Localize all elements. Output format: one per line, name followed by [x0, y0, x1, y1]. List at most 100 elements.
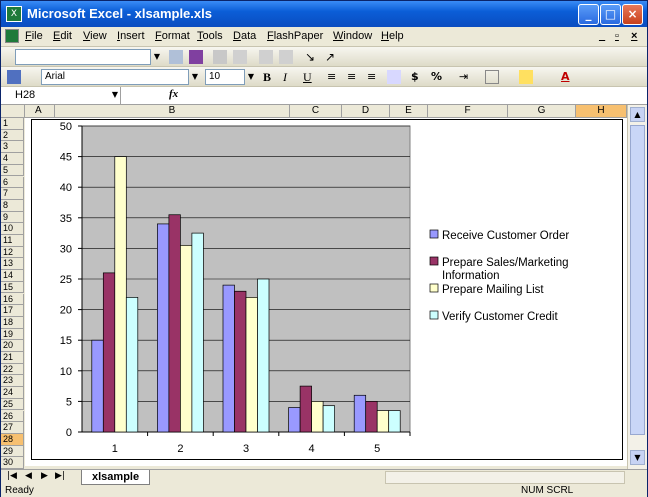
name-box[interactable]: H28: [1, 87, 121, 104]
menu-help[interactable]: Help: [381, 30, 404, 42]
font-size-dropdown-icon[interactable]: ▼: [245, 69, 257, 85]
align-center-icon[interactable]: ≡: [347, 70, 361, 84]
row-header-24[interactable]: 24: [1, 387, 24, 399]
menu-file[interactable]: File: [25, 30, 43, 42]
doc-restore-icon[interactable]: ▫: [615, 30, 619, 42]
column-header-g[interactable]: G: [508, 105, 576, 118]
column-header-c[interactable]: C: [290, 105, 342, 118]
column-header-b[interactable]: B: [55, 105, 290, 118]
doc-minimize-icon[interactable]: _: [599, 30, 605, 42]
data-table-icon[interactable]: [233, 50, 247, 64]
percent-icon[interactable]: %: [431, 70, 445, 84]
row-header-12[interactable]: 12: [1, 246, 24, 259]
menu-data[interactable]: Data: [233, 30, 256, 42]
doc-close-icon[interactable]: ×: [631, 30, 637, 42]
sheet-tab-xlsample[interactable]: xlsample: [81, 470, 151, 485]
row-header-15[interactable]: 15: [1, 281, 24, 294]
menu-insert[interactable]: Insert: [117, 30, 145, 42]
row-header-1[interactable]: 1: [1, 118, 24, 130]
menu-tools[interactable]: Tools: [197, 30, 223, 42]
row-header-25[interactable]: 25: [1, 398, 24, 411]
chart-type-icon[interactable]: [189, 50, 203, 64]
legend-icon[interactable]: [213, 50, 227, 64]
row-header-10[interactable]: 10: [1, 223, 24, 235]
by-row-icon[interactable]: [259, 50, 273, 64]
font-color-icon[interactable]: A: [561, 70, 575, 84]
row-header-29[interactable]: 29: [1, 445, 24, 458]
column-header-d[interactable]: D: [342, 105, 390, 118]
menu-flashpaper[interactable]: FlashPaper: [267, 30, 323, 42]
row-header-14[interactable]: 14: [1, 270, 24, 282]
last-sheet-icon[interactable]: ▶|: [55, 471, 65, 481]
next-sheet-icon[interactable]: ▶: [41, 471, 48, 481]
toolbar-combo[interactable]: [15, 49, 151, 65]
menu-edit[interactable]: Edit: [53, 30, 72, 42]
save-icon[interactable]: [7, 70, 21, 84]
borders-icon[interactable]: [485, 70, 499, 84]
title-bar[interactable]: X Microsoft Excel - xlsample.xls _ □ ×: [1, 1, 647, 27]
row-header-18[interactable]: 18: [1, 316, 24, 329]
menu-view[interactable]: View: [83, 30, 107, 42]
chart-wizard-icon[interactable]: [169, 50, 183, 64]
angle-text-up-icon[interactable]: ↗: [325, 50, 339, 64]
row-header-30[interactable]: 30: [1, 457, 24, 469]
minimize-button[interactable]: _: [578, 4, 599, 25]
row-header-7[interactable]: 7: [1, 188, 24, 200]
column-header-h[interactable]: H: [576, 105, 627, 118]
row-header-17[interactable]: 17: [1, 305, 24, 317]
name-box-dropdown-icon[interactable]: ▼: [109, 87, 121, 103]
row-header-26[interactable]: 26: [1, 410, 24, 423]
row-header-22[interactable]: 22: [1, 363, 24, 376]
angle-text-down-icon[interactable]: ↘: [305, 50, 319, 64]
row-header-13[interactable]: 13: [1, 258, 24, 271]
menu-window[interactable]: Window: [333, 30, 372, 42]
row-header-21[interactable]: 21: [1, 352, 24, 364]
maximize-button[interactable]: □: [600, 4, 621, 25]
row-header-28[interactable]: 28: [1, 433, 24, 446]
row-header-2[interactable]: 2: [1, 129, 24, 142]
align-right-icon[interactable]: ≡: [367, 70, 381, 84]
row-header-19[interactable]: 19: [1, 328, 24, 341]
merge-center-icon[interactable]: [387, 70, 401, 84]
horizontal-scrollbar[interactable]: [385, 471, 625, 484]
align-left-icon[interactable]: ≡: [327, 70, 341, 84]
increase-indent-icon[interactable]: ⇥: [459, 70, 473, 84]
bold-icon[interactable]: B: [263, 70, 277, 84]
font-name-field[interactable]: Arial: [41, 69, 189, 85]
prev-sheet-icon[interactable]: ◀: [25, 471, 32, 481]
column-header-a[interactable]: A: [25, 105, 55, 118]
fill-color-icon[interactable]: [519, 70, 533, 84]
document-icon[interactable]: [5, 29, 19, 43]
scroll-up-icon[interactable]: ▲: [630, 107, 645, 122]
excel-app-icon[interactable]: X: [6, 6, 22, 22]
row-header-9[interactable]: 9: [1, 211, 24, 224]
select-all-corner[interactable]: [1, 105, 25, 118]
by-column-icon[interactable]: [279, 50, 293, 64]
row-header-11[interactable]: 11: [1, 235, 24, 247]
font-name-dropdown-icon[interactable]: ▼: [189, 69, 201, 85]
underline-icon[interactable]: U: [303, 70, 317, 84]
chevron-down-icon[interactable]: ▼: [151, 49, 163, 65]
vertical-scrollbar[interactable]: ▲ ▼: [627, 105, 647, 469]
font-size-field[interactable]: 10: [205, 69, 245, 85]
fx-icon[interactable]: fx: [169, 88, 178, 100]
italic-icon[interactable]: I: [283, 70, 297, 84]
chart-area[interactable]: 0 5 10 15 20 25 30 35 40 45 50 1 2 3 4 5 Receive Custome…: [31, 119, 623, 460]
scroll-down-icon[interactable]: ▼: [630, 450, 645, 465]
row-header-5[interactable]: 5: [1, 164, 24, 177]
row-header-3[interactable]: 3: [1, 141, 24, 154]
menu-format[interactable]: Format: [155, 30, 190, 42]
row-header-27[interactable]: 27: [1, 422, 24, 434]
first-sheet-icon[interactable]: |◀: [7, 471, 17, 481]
close-button[interactable]: ×: [622, 4, 643, 25]
row-header-4[interactable]: 4: [1, 153, 24, 165]
column-header-f[interactable]: F: [428, 105, 508, 118]
row-header-8[interactable]: 8: [1, 199, 24, 212]
currency-icon[interactable]: $: [411, 70, 425, 84]
row-header-20[interactable]: 20: [1, 340, 24, 352]
column-header-e[interactable]: E: [390, 105, 428, 118]
row-header-16[interactable]: 16: [1, 293, 24, 306]
scroll-thumb[interactable]: [630, 125, 645, 435]
row-header-23[interactable]: 23: [1, 375, 24, 388]
row-header-6[interactable]: 6: [1, 176, 24, 189]
